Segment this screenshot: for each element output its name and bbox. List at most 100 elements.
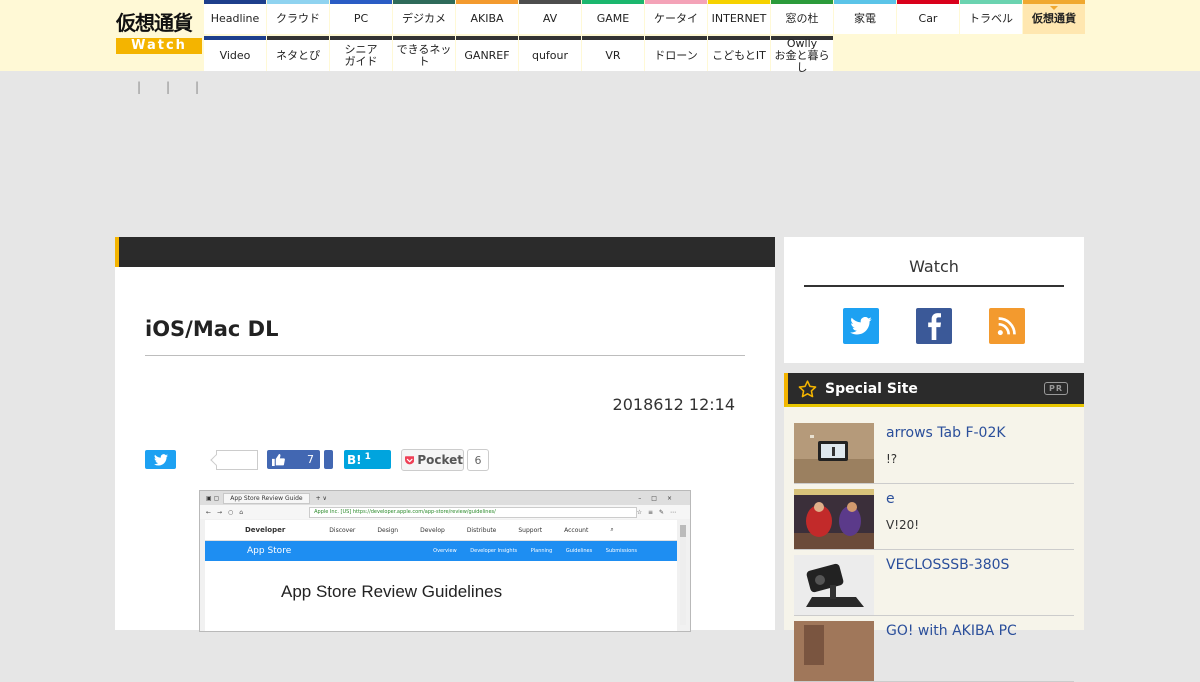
nav-item[interactable]: 家電 [834,0,896,34]
special-site-item[interactable]: arrows Tab F-02K !? [794,421,1074,484]
nav-item[interactable]: PC [330,0,392,34]
nav-item[interactable]: qufour [519,36,581,71]
pocket-label: Pocket [417,453,463,467]
article-date: 2018612 12:14 [612,395,735,414]
nav-item[interactable]: ドローン [645,36,707,71]
facebook-icon [928,313,941,340]
pocket-count: 6 [467,449,489,471]
nav-item[interactable]: クラウド [267,0,329,34]
article-header-bar [115,237,775,267]
nav-item-label: 窓の杜 [785,12,819,25]
article-title: iOS/Mac DL [145,317,279,341]
pocket-save-button[interactable]: Pocket [401,449,464,471]
nav-item[interactable]: GANREF [456,36,518,71]
screenshot-search-icon: ⌕ [610,526,614,533]
nav-item[interactable]: トラベル [960,0,1022,34]
thumbs-up-icon [272,453,285,466]
screenshot-window-icons: ▣ ▢ [206,494,220,502]
special-site-item[interactable]: e V!20! [794,487,1074,550]
nav-item-label: GAME [596,12,630,25]
screenshot-nav-item: Design [377,526,399,534]
rss-icon [997,317,1016,336]
screenshot-banner-links: Overview Developer Insights Planning Gui… [433,548,637,554]
pocket-icon [405,455,415,464]
article-screenshot-image[interactable]: ▣ ▢ App Store Review Guide + ∨ –□× ←→○⌂ … [199,490,691,632]
nav-item-label: AKIBA [470,12,504,25]
nav-item[interactable]: AKIBA [456,0,518,34]
nav-item-label: トラベル [969,12,1013,25]
nav-item-label: VR [605,48,621,62]
nav-item[interactable]: VR [582,36,644,71]
hatena-count: 1 [364,451,371,462]
special-site-item-title: VECLOSSSB-380S [886,557,1010,573]
screenshot-nav-icons: ←→○⌂ [206,508,250,516]
facebook-share-button[interactable] [324,450,333,469]
screenshot-scrollbar [680,525,686,625]
breadcrumb-separator: | [137,80,142,94]
nav-item[interactable]: シニア ガイド [330,36,392,71]
special-site-item-title: arrows Tab F-02K [886,425,1006,441]
special-site-item-subtitle: !? [886,452,898,466]
logo-text: 仮想通貨 [116,11,193,35]
nav-item[interactable]: Video [204,36,266,71]
nav-item-label: Video [219,48,251,62]
nav-item-label: ケータイ [654,12,698,25]
star-icon [798,379,817,398]
screenshot-heading: App Store Review Guidelines [281,582,503,601]
game-thumbnail [794,489,874,549]
facebook-follow-button[interactable] [916,308,952,344]
nav-item-label: Headline [210,12,260,25]
nav-item-label: こどもとIT [712,48,766,62]
special-site-item-title: e [886,491,895,507]
special-site-item[interactable]: VECLOSSSB-380S [794,553,1074,616]
title-divider [145,355,745,356]
article-panel: iOS/Mac DL 2018612 12:14 7 B! 1 Pocket 6… [115,237,775,632]
special-site-item[interactable]: GO! with AKIBA PC [794,619,1074,682]
twitter-follow-button[interactable] [843,308,879,344]
follow-box: Watch [784,237,1084,363]
twitter-share-button[interactable] [145,450,176,469]
hatena-bookmark-button[interactable]: B! 1 [344,450,391,469]
screenshot-address-bar: ←→○⌂ Apple Inc. [US] https://developer.a… [200,505,690,519]
follow-box-divider [804,285,1064,287]
screenshot-tab: App Store Review Guide [223,492,310,504]
nav-item[interactable]: こどもとIT [708,36,770,71]
apple-developer-logo: Developer [245,526,286,534]
active-caret-icon [1050,6,1058,10]
breadcrumb-separator: | [166,80,171,94]
special-site-box: Special Site PR arrows Tab F-02K !? e V!… [784,373,1084,682]
nav-item[interactable]: Headline [204,0,266,34]
nav-item-label: ドローン [654,48,698,62]
nav-item[interactable]: ケータイ [645,0,707,34]
nav-item[interactable]: INTERNET [708,0,770,34]
nav-item[interactable]: 窓の杜 [771,0,833,34]
screenshot-banner-title: App Store [247,546,292,556]
webcam-thumbnail [794,555,874,615]
nav-item-label: qufour [531,48,569,62]
nav-item[interactable]: GAME [582,0,644,34]
screenshot-url: Apple Inc. [US] https://developer.apple.… [309,506,637,518]
nav-item[interactable]: できるネット [393,36,455,71]
follow-box-title: Watch [909,257,959,276]
nav-item-label: INTERNET [711,12,767,25]
nav-item[interactable]: 仮想通貨 [1023,0,1085,34]
nav-item[interactable]: AV [519,0,581,34]
site-logo[interactable]: 仮想通貨 Watch [116,10,202,56]
screenshot-nav-item: Distribute [466,526,497,534]
category-nav-primary: Headline クラウド PC デジカメ AKIBA AV GAME ケータイ INTERNE… [204,0,1086,34]
breadcrumb: | | | [137,80,224,94]
facebook-like-button[interactable]: 7 [267,450,320,469]
special-site-item-subtitle: V!20! [886,518,920,532]
nav-item[interactable]: デジカメ [393,0,455,34]
screenshot-nav-item: Account [564,526,589,534]
nav-item[interactable]: Owlly お金と暮らし [771,36,833,73]
hatena-icon: B! [347,452,362,467]
nav-item[interactable]: Car [897,0,959,34]
rss-feed-button[interactable] [989,308,1025,344]
screenshot-window-controls: –□× [638,494,682,502]
nav-item-label: Car [918,12,938,25]
special-site-header: Special Site PR [784,373,1084,407]
facebook-like-count: 7 [307,453,314,466]
nav-item[interactable]: ネタとぴ [267,36,329,71]
nav-item-label: シニア ガイド [344,42,378,68]
